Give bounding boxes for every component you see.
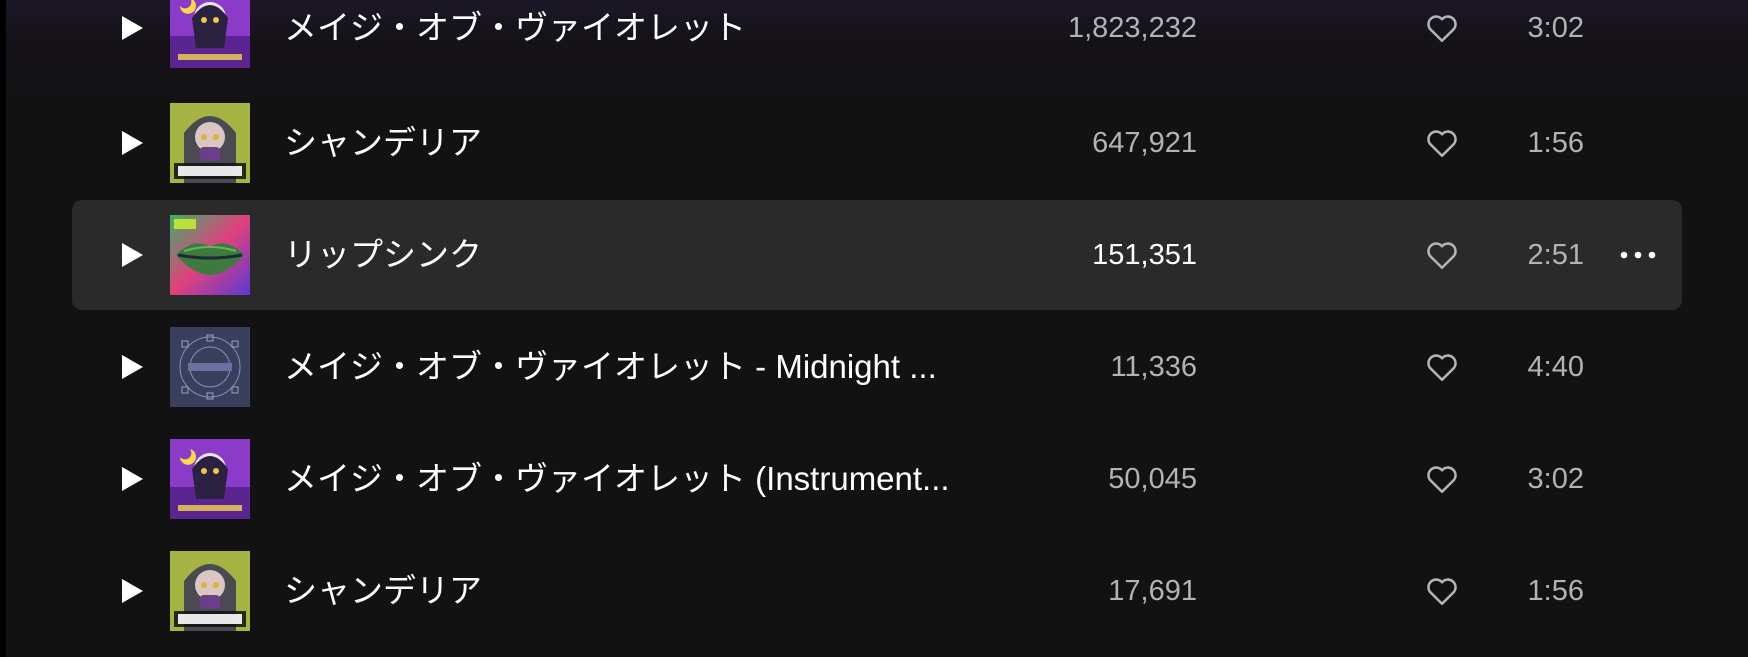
track-duration: 1:56	[1527, 127, 1584, 159]
play-count: 11,336	[1110, 351, 1197, 383]
track-duration: 4:40	[1527, 351, 1584, 383]
play-icon[interactable]	[112, 88, 152, 198]
track-title[interactable]: シャンデリア	[284, 536, 482, 646]
play-count: 50,045	[1108, 463, 1197, 495]
track-row[interactable]: シャンデリア 17,691 1:56	[72, 536, 1682, 646]
play-icon[interactable]	[112, 312, 152, 422]
track-duration: 3:02	[1527, 12, 1584, 44]
track-row[interactable]: メイジ・オブ・ヴァイオレット 1,823,232 3:02	[72, 0, 1682, 83]
heart-outline-icon[interactable]	[1424, 10, 1460, 46]
track-title[interactable]: メイジ・オブ・ヴァイオレット - Midnight ...	[284, 312, 937, 422]
heart-outline-icon[interactable]	[1424, 349, 1460, 385]
play-icon[interactable]	[112, 200, 152, 310]
play-icon[interactable]	[112, 424, 152, 534]
album-art	[170, 215, 250, 295]
album-art	[170, 551, 250, 631]
play-count: 17,691	[1108, 575, 1197, 607]
heart-outline-icon[interactable]	[1424, 461, 1460, 497]
play-count: 647,921	[1092, 127, 1197, 159]
track-row-hovered[interactable]: リップシンク 151,351 2:51	[72, 200, 1682, 310]
track-title[interactable]: リップシンク	[284, 200, 482, 310]
track-title[interactable]: シャンデリア	[284, 88, 482, 198]
heart-outline-icon[interactable]	[1424, 573, 1460, 609]
track-row[interactable]: メイジ・オブ・ヴァイオレット - Midnight ... 11,336 4:4…	[72, 312, 1682, 422]
heart-outline-icon[interactable]	[1424, 125, 1460, 161]
track-row[interactable]: シャンデリア 647,921 1:56	[72, 88, 1682, 198]
play-count: 151,351	[1092, 239, 1197, 271]
track-list: メイジ・オブ・ヴァイオレット 1,823,232 3:02 シャンデリア 647…	[0, 0, 1748, 657]
track-duration: 2:51	[1527, 239, 1584, 271]
album-art	[170, 0, 250, 68]
track-title[interactable]: メイジ・オブ・ヴァイオレット	[284, 0, 746, 83]
track-duration: 3:02	[1527, 463, 1584, 495]
track-title[interactable]: メイジ・オブ・ヴァイオレット (Instrument...	[284, 424, 950, 534]
track-row[interactable]: メイジ・オブ・ヴァイオレット (Instrument... 50,045 3:0…	[72, 424, 1682, 534]
play-icon[interactable]	[112, 0, 152, 83]
more-options-icon[interactable]	[1612, 200, 1664, 310]
album-art	[170, 439, 250, 519]
play-count: 1,823,232	[1067, 12, 1197, 44]
album-art	[170, 103, 250, 183]
album-art	[170, 327, 250, 407]
heart-outline-icon[interactable]	[1424, 237, 1460, 273]
track-duration: 1:56	[1527, 575, 1584, 607]
play-icon[interactable]	[112, 536, 152, 646]
